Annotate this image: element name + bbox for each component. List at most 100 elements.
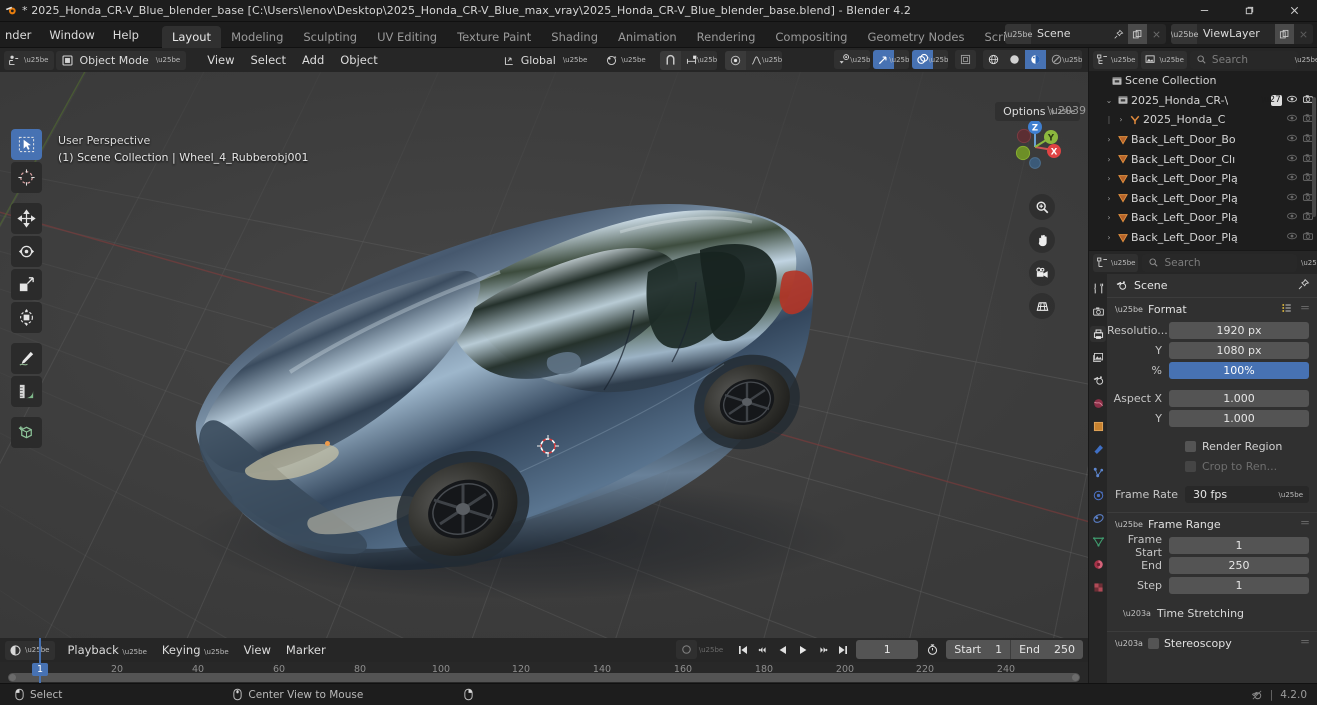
resolution-y-field[interactable]: 1080 px [1169, 342, 1309, 359]
proportional-edit-toggle[interactable] [659, 50, 681, 70]
tab-texture-paint[interactable]: Texture Paint [447, 26, 541, 48]
outliner-scrollbar[interactable] [1312, 97, 1316, 217]
timeline-editor-type[interactable]: \u25be [5, 640, 56, 660]
expand-arrow[interactable]: › [1103, 155, 1115, 164]
use-preview-range-icon[interactable] [922, 643, 942, 656]
stereoscopy-panel-header[interactable]: \u203a Stereoscopy [1107, 632, 1317, 654]
play-reverse-button[interactable] [773, 640, 792, 659]
tab-object[interactable] [1090, 418, 1106, 434]
tool-tweak-select[interactable] [11, 129, 42, 160]
expand-arrow[interactable]: › [1115, 115, 1127, 124]
render-region-row[interactable]: Render Region [1107, 437, 1309, 456]
viewport-menu-object[interactable]: Object [333, 50, 384, 70]
tool-transform[interactable] [11, 302, 42, 333]
timeline-menu-marker[interactable]: Marker [279, 640, 333, 660]
outliner-row-mesh[interactable]: › Back_Left_Door_Plą [1089, 189, 1317, 209]
expand-arrow[interactable]: › [1103, 135, 1115, 144]
outliner-row-mesh[interactable]: › Back_Left_Door_Plą [1089, 228, 1317, 248]
close-button[interactable] [1272, 0, 1317, 22]
shading-caret[interactable]: \u25be [1062, 50, 1082, 69]
tab-compositing[interactable]: Compositing [765, 26, 857, 48]
play-button[interactable] [793, 640, 812, 659]
camera-icon[interactable] [1302, 230, 1314, 245]
panel-drag-handle[interactable] [1299, 302, 1311, 317]
tool-annotate[interactable] [11, 343, 42, 374]
pan-hand-icon[interactable] [1029, 227, 1055, 253]
tab-render[interactable] [1090, 303, 1106, 319]
outliner-row-mesh[interactable]: › Back_Left_Door_Bo [1089, 130, 1317, 150]
expand-arrow[interactable]: › [1103, 174, 1115, 183]
tab-view-layer[interactable] [1090, 349, 1106, 365]
crop-to-render-region-row[interactable]: Crop to Ren... [1107, 457, 1309, 476]
checkbox-icon[interactable]: \u2713 [1261, 94, 1292, 106]
outliner-row-mesh[interactable]: › Back_Left_Door_Clı [1089, 149, 1317, 169]
expand-arrow[interactable]: › [1103, 233, 1115, 242]
tab-modifiers[interactable] [1090, 441, 1106, 457]
viewport-menu-view[interactable]: View [200, 50, 241, 70]
outliner-tree[interactable]: Scene Collection ⌄ 2025_Honda_CR-\ \u271… [1089, 71, 1317, 250]
eye-icon[interactable] [1286, 152, 1298, 167]
tool-measure[interactable] [11, 376, 42, 407]
gizmo-caret[interactable]: \u25be [889, 50, 909, 69]
tab-modeling[interactable]: Modeling [221, 26, 293, 48]
remove-viewlayer-icon[interactable] [1294, 24, 1313, 44]
outliner-row-mesh[interactable]: › Back_Left_Door_Plą [1089, 208, 1317, 228]
pin-scene-icon[interactable] [1109, 24, 1128, 44]
outliner-row-scene-collection[interactable]: Scene Collection [1089, 71, 1317, 91]
tab-constraints[interactable] [1090, 510, 1106, 526]
outliner-row-mesh[interactable]: › Back_Left_Door_Plą [1089, 169, 1317, 189]
jump-to-end-button[interactable] [833, 640, 852, 659]
expand-arrow[interactable]: › [1103, 194, 1115, 203]
auto-keying-toggle[interactable] [675, 640, 697, 659]
viewport-menu-select[interactable]: Select [244, 50, 293, 70]
expand-arrow[interactable]: › [1103, 213, 1115, 222]
tab-texture[interactable] [1090, 579, 1106, 595]
expand-arrow[interactable]: ⌄ [1103, 96, 1115, 105]
tab-particles[interactable] [1090, 464, 1106, 480]
new-scene-icon[interactable] [1128, 24, 1147, 44]
outliner-search-input[interactable]: Search [1189, 50, 1298, 69]
timeline-menu-playback[interactable]: Playback \u25be [60, 640, 153, 660]
navigation-gizmo[interactable]: Z Y X [1004, 116, 1066, 178]
viewport-menu-add[interactable]: Add [295, 50, 331, 70]
tab-world[interactable] [1090, 395, 1106, 411]
pin-icon[interactable] [1297, 278, 1310, 294]
tab-uv-editing[interactable]: UV Editing [367, 26, 447, 48]
eye-icon[interactable] [1286, 112, 1298, 127]
eye-icon[interactable] [1286, 171, 1298, 186]
preset-list-icon[interactable] [1281, 302, 1293, 317]
sidebar-collapse-arrow[interactable]: \u2039 [1047, 104, 1086, 117]
viewlayer-selector[interactable]: \u25be ViewLayer [1171, 24, 1313, 44]
overlays-caret[interactable]: \u25be [928, 50, 948, 69]
eye-icon[interactable] [1286, 230, 1298, 245]
start-frame-field[interactable]: Start 1 [946, 640, 1010, 659]
eye-icon[interactable] [1286, 210, 1298, 225]
tool-move[interactable] [11, 203, 42, 234]
transform-orientation-selector[interactable]: Global \u25be [499, 51, 594, 70]
new-viewlayer-icon[interactable] [1275, 24, 1294, 44]
camera-view-icon[interactable] [1029, 260, 1055, 286]
format-panel-header[interactable]: \u25be Format [1107, 298, 1317, 320]
render-region-checkbox[interactable] [1185, 441, 1196, 452]
outliner-filter-caret[interactable]: \u25be [1295, 56, 1317, 64]
timeline-menu-keying[interactable]: Keying \u25be [155, 640, 236, 660]
menu-window[interactable]: Window [40, 25, 103, 45]
properties-editor[interactable]: \u25be Search \u25be [1089, 251, 1317, 683]
pivot-point-selector[interactable]: \u25be [601, 51, 651, 70]
visibility-caret[interactable]: \u25be [850, 50, 870, 69]
jump-to-start-button[interactable] [733, 640, 752, 659]
3d-viewport[interactable]: \u25be Object Mode \u25be View Select Ad… [0, 48, 1088, 638]
eye-icon[interactable] [1286, 132, 1298, 147]
object-mode-selector[interactable]: Object Mode \u25be [56, 50, 187, 70]
percent-field[interactable]: 100% [1169, 362, 1309, 379]
outliner-row-honda-object[interactable]: | › 2025_Honda_C [1089, 110, 1317, 130]
tab-material[interactable] [1090, 556, 1106, 572]
snap-dropdown-caret[interactable]: \u25be [697, 50, 717, 70]
eye-icon[interactable] [1286, 93, 1298, 108]
frame-end-field[interactable]: 250 [1169, 557, 1309, 574]
tab-object-data[interactable] [1090, 533, 1106, 549]
properties-filter-caret[interactable]: \u25be [1301, 259, 1317, 267]
tab-sculpting[interactable]: Sculpting [293, 26, 367, 48]
outliner-editor-type[interactable]: \u25be [1093, 50, 1139, 69]
falloff-dropdown-caret[interactable]: \u25be [762, 50, 782, 70]
